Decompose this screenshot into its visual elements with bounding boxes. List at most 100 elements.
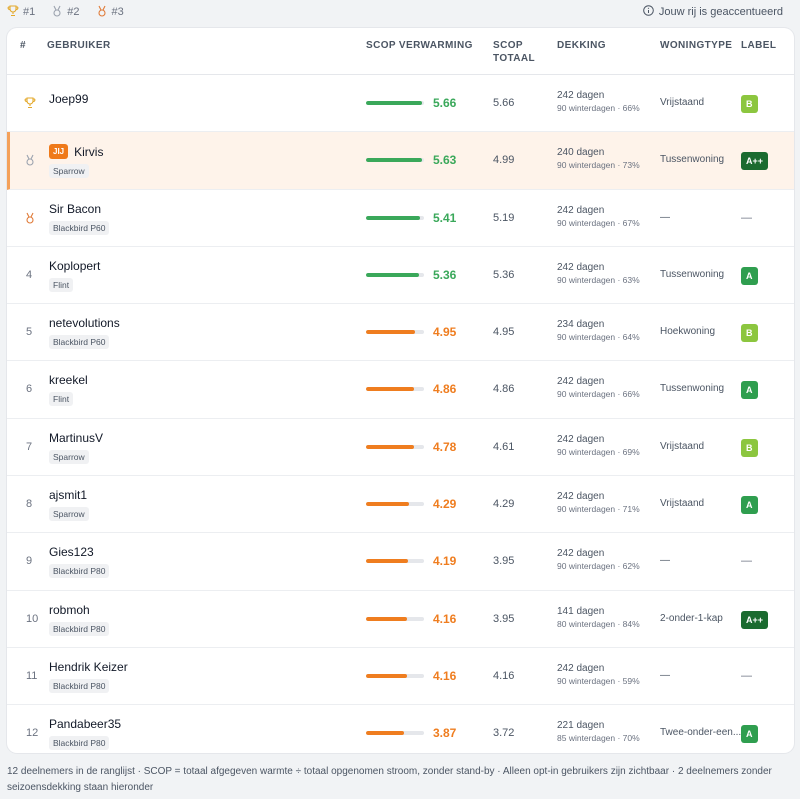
- device-tag: Sparrow: [49, 164, 89, 179]
- device-tag: Blackbird P80: [49, 736, 110, 751]
- energy-label-cell: A++: [741, 610, 769, 629]
- user-name[interactable]: ajsmit1: [49, 488, 87, 502]
- highlight-note: Jouw rij is geaccentueerd: [643, 5, 783, 19]
- user-name-line: Gies123: [49, 545, 109, 559]
- scop-bar: [366, 673, 424, 678]
- home-type: —: [660, 555, 670, 567]
- scop-bar: [366, 731, 424, 736]
- scop-bar-fill: [366, 272, 420, 277]
- coverage-days: 240 dagen: [557, 147, 605, 159]
- user-name[interactable]: Gies123: [49, 545, 94, 559]
- table-row[interactable]: 11 Hendrik Keizer Blackbird P80 4.16 4.16 242…: [7, 648, 794, 706]
- legend-first-label: #1: [23, 6, 36, 18]
- user-cell: ajsmit1 Sparrow: [49, 488, 89, 522]
- user-name[interactable]: Koplopert: [49, 259, 100, 273]
- scop-bar: [366, 502, 424, 507]
- coverage-cell: 242 dagen 90 winterdagen · 63%: [557, 261, 640, 287]
- home-type: —: [660, 669, 670, 681]
- rank-cell: 5: [26, 326, 33, 339]
- coverage-days: 242 dagen: [557, 261, 605, 273]
- coverage-winter: 80 winterdagen · 84%: [557, 618, 640, 629]
- medal-icon: [24, 212, 40, 224]
- header-rank[interactable]: #: [20, 39, 26, 52]
- user-name[interactable]: MartinusV: [49, 431, 103, 445]
- user-cell: Koplopert Flint: [49, 259, 100, 293]
- user-name[interactable]: Kirvis: [74, 145, 103, 159]
- scop-bar: [366, 158, 424, 163]
- footer-note: 12 deelnemers in de ranglijst · SCOP = t…: [7, 766, 772, 793]
- scop-total-value: 4.95: [493, 326, 515, 339]
- legend-second: #2: [51, 5, 80, 20]
- coverage-days: 221 dagen: [557, 720, 605, 732]
- table-row[interactable]: 10 robmoh Blackbird P80 4.16 3.95 141 dagen 80…: [7, 591, 794, 648]
- coverage-days: 242 dagen: [557, 433, 605, 445]
- header-scop-heating[interactable]: SCOP VERWARMING: [366, 39, 473, 52]
- scop-bar-fill: [366, 330, 416, 335]
- scop-total-value: 4.61: [493, 440, 515, 453]
- user-name-line: ajsmit1: [49, 488, 89, 502]
- table-row[interactable]: 8 ajsmit1 Sparrow 4.29 4.29 242 dagen 90 winte…: [7, 476, 794, 534]
- medal-icon: [51, 5, 67, 20]
- coverage-days: 141 dagen: [557, 605, 605, 617]
- scop-total-value: 3.95: [493, 555, 515, 568]
- header-user[interactable]: GEBRUIKER: [47, 39, 111, 52]
- scop-total-value: 4.99: [493, 154, 515, 167]
- header-home-type[interactable]: WONINGTYPE: [660, 39, 732, 52]
- home-type: Tussenwoning: [660, 268, 725, 280]
- scop-heating-value: 5.63: [433, 153, 457, 168]
- user-name[interactable]: Pandabeer35: [49, 717, 121, 731]
- user-name[interactable]: Joep99: [49, 92, 88, 106]
- user-name-line: Pandabeer35: [49, 717, 121, 731]
- table-row[interactable]: 9 Gies123 Blackbird P80 4.19 3.95 242 dagen 90…: [7, 533, 794, 591]
- scop-heating-value: 4.29: [433, 497, 457, 512]
- coverage-days: 234 dagen: [557, 319, 605, 331]
- home-type: Vrijstaand: [660, 498, 705, 510]
- table-row[interactable]: 7 MartinusV Sparrow 4.78 4.61 242 dagen 90 win…: [7, 419, 794, 477]
- table-row[interactable]: JIJ Kirvis Sparrow 5.63 4.99 240 dagen 90 wint…: [7, 132, 794, 190]
- energy-label-cell: A: [741, 266, 758, 285]
- table-row[interactable]: 4 Koplopert Flint 5.36 5.36 242 dagen 90 winte…: [7, 247, 794, 305]
- user-name[interactable]: netevolutions: [49, 316, 120, 330]
- coverage-winter: 90 winterdagen · 71%: [557, 504, 640, 515]
- legend-first: #1: [7, 4, 36, 20]
- energy-label-badge: A++: [741, 152, 769, 171]
- user-name-line: kreekel: [49, 373, 88, 387]
- scop-bar: [366, 101, 424, 105]
- user-name[interactable]: robmoh: [49, 603, 90, 617]
- scop-heating-value: 3.87: [433, 726, 457, 741]
- user-cell: Gies123 Blackbird P80: [49, 545, 110, 579]
- table-row[interactable]: Joep99 5.66 5.66 242 dagen 90 winterdagen · …: [7, 75, 794, 133]
- scop-heating-value: 5.41: [433, 210, 457, 225]
- medal-icon: [24, 154, 40, 166]
- user-name-line: JIJ Kirvis: [49, 144, 103, 160]
- rank-cell: [24, 212, 40, 224]
- scop-total-value: 4.86: [493, 383, 515, 396]
- table-row[interactable]: Sir Bacon Blackbird P60 5.41 5.19 242 dagen 9…: [7, 190, 794, 247]
- scop-bar: [366, 330, 424, 335]
- coverage-cell: 242 dagen 90 winterdagen · 71%: [557, 490, 640, 516]
- coverage-winter: 90 winterdagen · 66%: [557, 389, 640, 400]
- leaderboard-table: # GEBRUIKER SCOP VERWARMING SCOP TOTAAL …: [7, 28, 794, 753]
- table-row[interactable]: 12 Pandabeer35 Blackbird P80 3.87 3.72 221 da…: [7, 705, 794, 753]
- scop-bar-fill: [366, 502, 409, 507]
- header-scop-total-line1: SCOP: [493, 40, 523, 51]
- rank-cell: 4: [26, 268, 33, 281]
- table-header: # GEBRUIKER SCOP VERWARMING SCOP TOTAAL …: [7, 28, 794, 75]
- table-body: Joep99 5.66 5.66 242 dagen 90 winterdagen · …: [7, 75, 794, 753]
- user-name[interactable]: Hendrik Keizer: [49, 660, 128, 674]
- home-type: Vrijstaand: [660, 440, 705, 452]
- header-coverage[interactable]: DEKKING: [557, 39, 606, 52]
- scop-bar: [366, 616, 424, 621]
- scop-heating-value: 4.16: [433, 668, 457, 683]
- table-row[interactable]: 6 kreekel Flint 4.86 4.86 242 dagen 90 winterd…: [7, 361, 794, 419]
- scop-heating-value: 4.78: [433, 439, 457, 454]
- header-scop-total[interactable]: SCOP TOTAAL: [493, 39, 535, 65]
- scop-total-value: 4.16: [493, 669, 515, 682]
- header-label[interactable]: LABEL: [741, 39, 776, 52]
- scop-bar-fill: [366, 158, 423, 163]
- scop-bar-fill: [366, 673, 408, 678]
- table-row[interactable]: 5 netevolutions Blackbird P60 4.95 4.95 234 d…: [7, 304, 794, 362]
- user-name[interactable]: Sir Bacon: [49, 202, 101, 216]
- user-name[interactable]: kreekel: [49, 373, 88, 387]
- coverage-days: 242 dagen: [557, 548, 605, 560]
